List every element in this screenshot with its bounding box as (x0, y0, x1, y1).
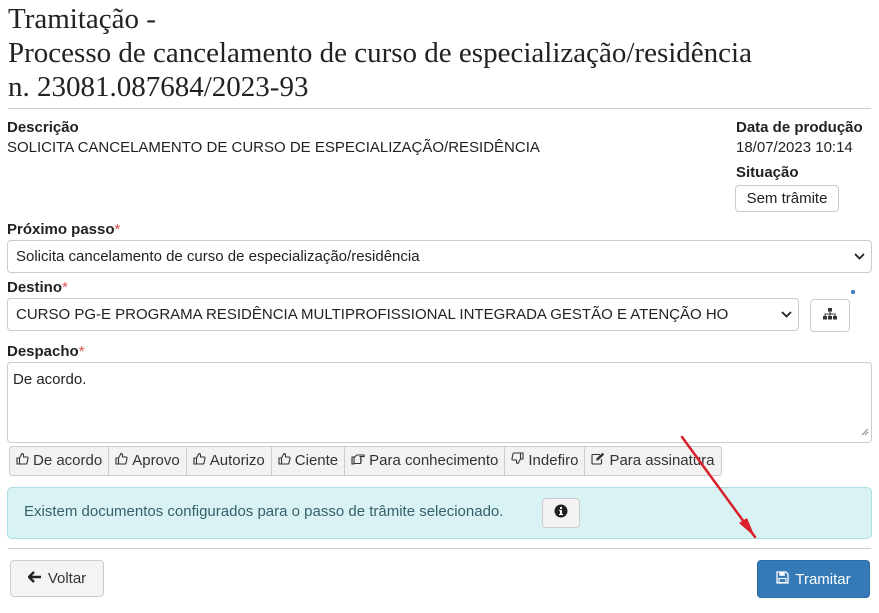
page-title-line-2: Processo de cancelamento de curso de esp… (8, 37, 752, 69)
destino-select[interactable]: CURSO PG-E PROGRAMA RESIDÊNCIA MULTIPROF… (7, 298, 799, 331)
org-chart-button[interactable] (810, 299, 850, 332)
page-title-line-1: Tramitação - (8, 3, 156, 35)
quick-button-aprovo[interactable]: Aprovo (108, 446, 187, 476)
thumbs-up-icon (16, 447, 29, 475)
despacho-label-text: Despacho (7, 343, 79, 360)
footer-divider (8, 548, 871, 549)
situacao-label: Situação (736, 164, 799, 181)
tramitar-button[interactable]: Tramitar (757, 560, 870, 598)
chevron-down-icon (780, 299, 792, 330)
proximo-passo-label-text: Próximo passo (7, 221, 115, 238)
quick-button-label: Ciente (294, 452, 339, 469)
destino-label-text: Destino (7, 279, 63, 296)
edit-icon (591, 447, 605, 475)
quick-button-label: De acordo (33, 452, 103, 469)
data-producao-value: 18/07/2023 10:14 (736, 139, 853, 156)
info-circle-icon (554, 504, 568, 522)
despacho-label: Despacho* (7, 343, 85, 360)
thumbs-up-icon (193, 447, 206, 475)
quick-button-indefiro[interactable]: Indefiro (504, 446, 586, 476)
back-button[interactable]: Voltar (10, 560, 104, 597)
despacho-text: De acordo. (13, 371, 87, 388)
alert-message: Existem documentos configurados para o p… (24, 503, 504, 520)
resize-handle-icon[interactable] (861, 423, 869, 440)
data-producao-label: Data de produção (736, 119, 863, 136)
thumbs-down-icon (511, 447, 524, 475)
quick-button-label: Para assinatura (609, 452, 715, 469)
descricao-label: Descrição (7, 119, 79, 136)
quick-button-para-conhecimento[interactable]: Para conhecimento (344, 446, 506, 476)
proximo-passo-selected: Solicita cancelamento de curso de especi… (16, 248, 420, 265)
back-button-label: Voltar (47, 570, 87, 587)
save-icon (776, 570, 790, 588)
thumbs-up-icon (278, 447, 291, 475)
indicator-dot (851, 290, 855, 294)
chevron-down-icon (853, 241, 865, 272)
quick-button-label: Autorizo (209, 452, 265, 469)
sitemap-icon (823, 307, 837, 325)
required-marker: * (62, 279, 68, 296)
despacho-textarea[interactable]: De acordo. (7, 362, 872, 443)
quick-despacho-toolbar: De acordo Aprovo Autorizo Ciente Para co… (9, 446, 722, 476)
page-title: Tramitação - Processo de cancelamento de… (8, 2, 868, 104)
quick-button-ciente[interactable]: Ciente (270, 446, 346, 476)
info-alert: Existem documentos configurados para o p… (7, 487, 872, 539)
arrow-left-icon (27, 570, 42, 587)
proximo-passo-select[interactable]: Solicita cancelamento de curso de especi… (7, 240, 872, 273)
destino-selected: CURSO PG-E PROGRAMA RESIDÊNCIA MULTIPROF… (16, 306, 729, 323)
required-marker: * (114, 221, 121, 238)
page-title-line-3: n. 23081.087684/2023-93 (8, 71, 309, 103)
quick-button-para-assinatura[interactable]: Para assinatura (584, 446, 722, 476)
quick-button-label: Indefiro (528, 452, 579, 469)
required-marker: * (78, 343, 85, 360)
quick-button-label: Para conhecimento (369, 452, 499, 469)
hand-point-right-icon (351, 447, 366, 475)
thumbs-up-icon (115, 447, 128, 475)
quick-button-autorizo[interactable]: Autorizo (185, 446, 272, 476)
destino-label: Destino* (7, 279, 68, 296)
descricao-value: SOLICITA CANCELAMENTO DE CURSO DE ESPECI… (7, 139, 540, 156)
tramitar-button-label: Tramitar (795, 570, 851, 588)
quick-button-de-acordo[interactable]: De acordo (9, 446, 110, 476)
situacao-badge: Sem trâmite (735, 185, 839, 212)
quick-button-label: Aprovo (132, 452, 180, 469)
info-button[interactable] (542, 498, 580, 528)
proximo-passo-label: Próximo passo* (7, 221, 120, 238)
header-divider (8, 108, 871, 109)
